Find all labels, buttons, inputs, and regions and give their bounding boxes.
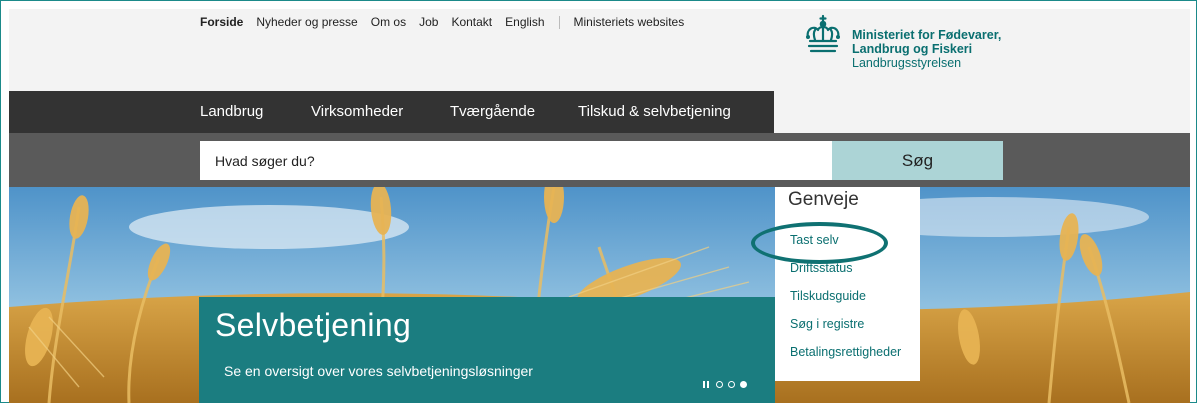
- carousel-controls: [703, 381, 747, 388]
- top-nav-english[interactable]: English: [505, 15, 544, 29]
- page: Forside Nyheder og presse Om os Job Kont…: [9, 9, 1190, 403]
- main-nav-landbrug[interactable]: Landbrug: [200, 103, 263, 120]
- search-button[interactable]: Søg: [832, 141, 1003, 180]
- ministry-logo[interactable]: Ministeriet for Fødevarer, Landbrug og F…: [800, 13, 1001, 70]
- pause-icon[interactable]: [703, 381, 709, 388]
- main-nav-tilskud-selvbetjening[interactable]: Tilskud & selvbetjening: [578, 103, 731, 120]
- crown-icon: [806, 14, 840, 53]
- search-bar: Søg: [9, 133, 1190, 187]
- logo-line-agency: Landbrugsstyrelsen: [852, 56, 962, 70]
- carousel-dot-1[interactable]: [716, 381, 723, 388]
- top-nav-divider: [558, 15, 560, 29]
- shortcuts-panel: Genveje Tast selv Driftsstatus Tilskudsg…: [775, 187, 920, 381]
- shortcut-tast-selv[interactable]: Tast selv: [790, 233, 839, 247]
- shortcut-tilskudsguide[interactable]: Tilskudsguide: [790, 289, 866, 303]
- shortcut-soeg-i-registre[interactable]: Søg i registre: [790, 317, 864, 331]
- carousel-dot-3-active[interactable]: [740, 381, 747, 388]
- top-nav-om-os[interactable]: Om os: [371, 15, 406, 29]
- hero-subtitle: Se en oversigt over vores selvbetjenings…: [224, 363, 533, 379]
- logo-line-ministry: Ministeriet for Fødevarer,: [852, 28, 1002, 42]
- shortcuts-title: Genveje: [788, 189, 859, 210]
- logo-line-ministry-cont: Landbrug og Fiskeri: [852, 42, 973, 56]
- top-utility-nav: Forside Nyheder og presse Om os Job Kont…: [200, 15, 697, 29]
- top-nav-nyheder[interactable]: Nyheder og presse: [256, 15, 357, 29]
- search-input[interactable]: [200, 141, 832, 180]
- top-nav-job[interactable]: Job: [419, 15, 438, 29]
- hero-promo-panel[interactable]: Selvbetjening Se en oversigt over vores …: [199, 297, 775, 403]
- top-nav-kontakt[interactable]: Kontakt: [451, 15, 492, 29]
- hero-title: Selvbetjening: [215, 307, 412, 343]
- shortcut-driftsstatus[interactable]: Driftsstatus: [790, 261, 853, 275]
- shortcut-betalingsrettigheder[interactable]: Betalingsrettigheder: [790, 345, 901, 359]
- main-nav-virksomheder[interactable]: Virksomheder: [311, 103, 403, 120]
- main-nav: Landbrug Virksomheder Tværgående Tilskud…: [9, 91, 774, 133]
- hero-banner: Selvbetjening Se en oversigt over vores …: [9, 187, 1190, 403]
- top-nav-forside[interactable]: Forside: [200, 15, 243, 29]
- main-nav-tvaergaaende[interactable]: Tværgående: [450, 103, 535, 120]
- logo-text: Ministeriet for Fødevarer, Landbrug og F…: [852, 28, 1001, 70]
- carousel-dot-2[interactable]: [728, 381, 735, 388]
- top-nav-ministeriets-websites[interactable]: Ministeriets websites: [574, 15, 685, 29]
